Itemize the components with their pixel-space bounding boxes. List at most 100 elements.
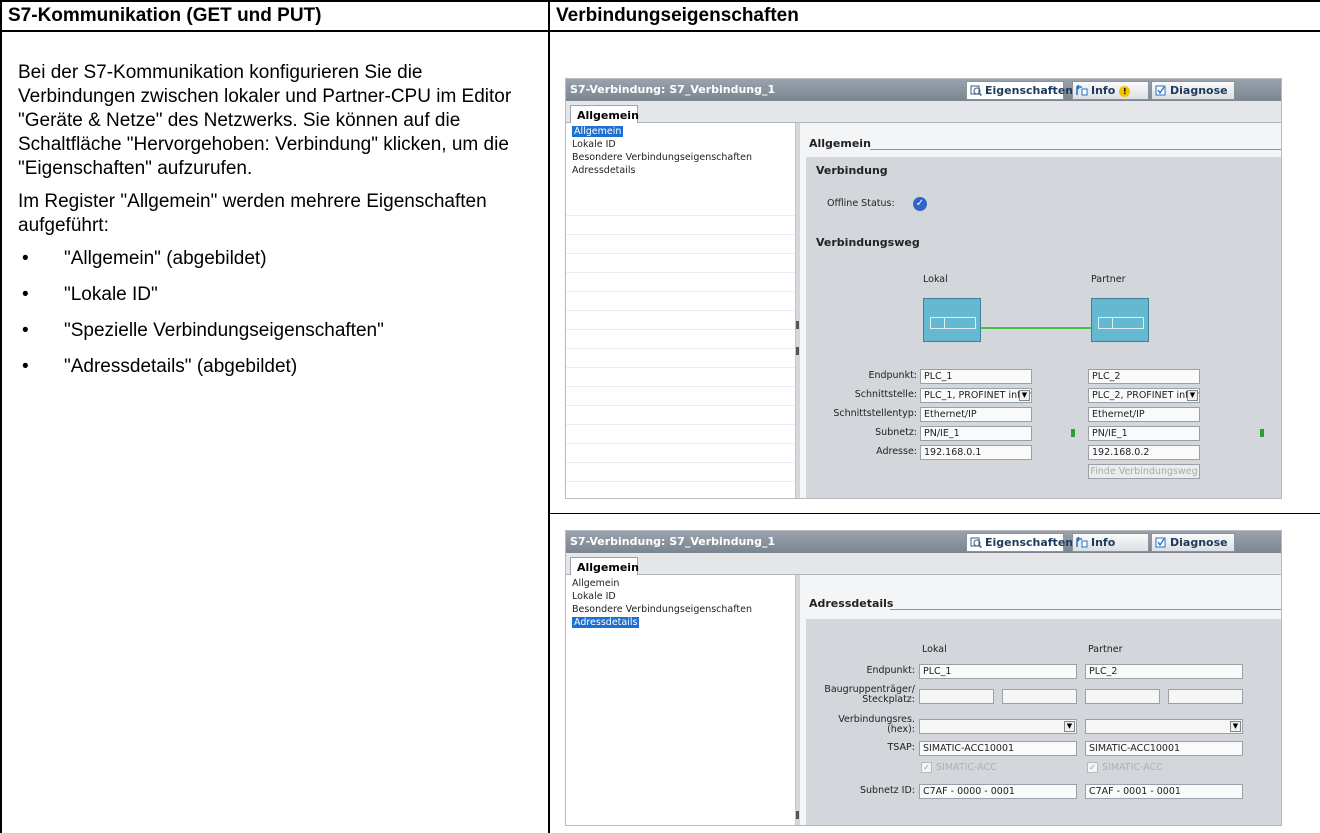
navigation-pane: Allgemein Lokale ID Besondere Verbindung… <box>566 575 796 825</box>
list-item: • "Lokale ID" <box>22 284 158 305</box>
document-table: S7-Kommunikation (GET und PUT) Verbindun… <box>0 0 1320 833</box>
partner-subnet-id-field[interactable]: C7AF - 0001 - 0001 <box>1085 784 1243 799</box>
content-pane: Allgemein Verbindung Offline Status: ✓ V… <box>800 123 1281 498</box>
partner-rack-field[interactable] <box>1085 689 1160 704</box>
diagnose-icon <box>1155 537 1166 548</box>
header-bottom-border <box>0 30 1320 32</box>
partner-simatic-label: SIMATIC-ACC <box>1102 762 1163 773</box>
window-title: S7-Verbindung: S7_Verbindung_1 <box>570 83 776 96</box>
local-endpoint-field[interactable]: PLC_1 <box>919 664 1077 679</box>
nav-item-lokale-id[interactable]: Lokale ID <box>566 590 795 603</box>
list-item: • "Allgemein" (abgebildet) <box>22 248 267 269</box>
connection-resource-label: Verbindungsres. (hex): <box>838 714 915 735</box>
column-lokal: Lokal <box>922 644 947 655</box>
tsap-label: TSAP: <box>887 742 915 753</box>
properties-window-address: S7-Verbindung: S7_Verbindung_1 Eigenscha… <box>565 530 1282 826</box>
offline-status-label: Offline Status: <box>827 198 895 209</box>
list-intro: Im Register "Allgemein" werden mehrere E… <box>18 191 487 236</box>
partner-interface-type-field[interactable]: Ethernet/IP <box>1088 407 1200 422</box>
partner-address-field[interactable]: 192.168.0.2 <box>1088 445 1200 460</box>
list-item: • "Adressdetails" (abgebildet) <box>22 356 298 377</box>
local-address-field[interactable]: 192.168.0.1 <box>920 445 1032 460</box>
rack-slot-label: Baugruppenträger/ Steckplatz: <box>824 684 915 705</box>
nav-item-allgemein[interactable]: Allgemein <box>566 577 795 590</box>
partner-simatic-checkbox[interactable]: ✓ <box>1087 762 1098 773</box>
local-simatic-label: SIMATIC-ACC <box>936 762 997 773</box>
tab-allgemein[interactable]: Allgemein <box>570 557 639 577</box>
tab-strip: Allgemein <box>566 101 1281 125</box>
window-titlebar: S7-Verbindung: S7_Verbindung_1 Eigenscha… <box>566 531 1281 553</box>
connection-line <box>981 327 1091 329</box>
local-simatic-checkbox[interactable]: ✓ <box>921 762 932 773</box>
endpoint-label: Endpunkt: <box>868 370 917 381</box>
tab-properties[interactable]: Eigenschaften <box>966 533 1073 552</box>
section-title: Adressdetails <box>809 597 894 610</box>
row-divider <box>548 513 1320 514</box>
splitter-grip[interactable] <box>796 347 799 355</box>
column-header-properties: Verbindungseigenschaften <box>556 5 799 26</box>
partner-resource-select[interactable]: ▼ <box>1085 719 1243 734</box>
dropdown-arrow-icon[interactable]: ▼ <box>1064 721 1075 732</box>
dropdown-arrow-icon[interactable]: ▼ <box>1187 390 1198 401</box>
nav-item-adressdetails[interactable]: Adressdetails <box>566 164 795 177</box>
group-title-connection: Verbindung <box>816 164 888 177</box>
description-text: Bei der S7-Kommunikation konfigurieren S… <box>18 61 543 391</box>
info-icon <box>1076 537 1088 548</box>
partner-plc-icon <box>1091 298 1149 342</box>
network-icon <box>1260 429 1264 437</box>
nav-item-connection-properties[interactable]: Besondere Verbindungseigenschaften <box>566 603 795 616</box>
intro-paragraph: Bei der S7-Kommunikation konfigurieren S… <box>18 62 512 179</box>
local-interface-type-field[interactable]: Ethernet/IP <box>920 407 1032 422</box>
local-subnet-field[interactable]: PN/IE_1 <box>920 426 1032 441</box>
nav-item-connection-properties[interactable]: Besondere Verbindungseigenschaften <box>566 151 795 164</box>
local-slot-field[interactable] <box>1002 689 1077 704</box>
partner-subnet-field[interactable]: PN/IE_1 <box>1088 426 1200 441</box>
window-title: S7-Verbindung: S7_Verbindung_1 <box>570 535 776 548</box>
interface-type-label: Schnittstellentyp: <box>833 408 917 419</box>
tab-info[interactable]: Info <box>1072 533 1149 552</box>
diagnose-icon <box>1155 85 1166 96</box>
tab-info[interactable]: Info! <box>1072 81 1149 100</box>
partner-interface-select[interactable]: PLC_2, PROFINET interfa ▼ <box>1088 388 1200 403</box>
local-subnet-id-field[interactable]: C7AF - 0000 - 0001 <box>919 784 1077 799</box>
tab-diagnose[interactable]: Diagnose <box>1151 533 1235 552</box>
endpoint-label: Endpunkt: <box>866 665 915 676</box>
local-tsap-field[interactable]: SIMATIC-ACC10001 <box>919 741 1077 756</box>
dropdown-arrow-icon[interactable]: ▼ <box>1230 721 1241 732</box>
status-check-icon: ✓ <box>913 197 927 211</box>
properties-icon <box>970 85 982 96</box>
dropdown-arrow-icon[interactable]: ▼ <box>1019 390 1030 401</box>
tab-properties[interactable]: Eigenschaften <box>966 81 1073 100</box>
tab-allgemein[interactable]: Allgemein <box>570 105 639 125</box>
local-interface-select[interactable]: PLC_1, PROFINET interfa ▼ <box>920 388 1032 403</box>
partner-endpoint-field[interactable]: PLC_2 <box>1085 664 1243 679</box>
partner-endpoint-field[interactable]: PLC_2 <box>1088 369 1200 384</box>
local-endpoint-field[interactable]: PLC_1 <box>920 369 1032 384</box>
splitter-grip[interactable] <box>796 811 799 819</box>
properties-window-general: S7-Verbindung: S7_Verbindung_1 Eigenscha… <box>565 78 1282 499</box>
nav-item-adressdetails[interactable]: Adressdetails <box>566 616 795 629</box>
address-label: Adresse: <box>876 446 917 457</box>
splitter-grip[interactable] <box>796 321 799 329</box>
column-lokal: Lokal <box>923 274 948 285</box>
column-partner: Partner <box>1088 644 1123 655</box>
nav-item-allgemein[interactable]: Allgemein <box>566 125 795 138</box>
subnet-label: Subnetz: <box>875 427 917 438</box>
partner-tsap-field[interactable]: SIMATIC-ACC10001 <box>1085 741 1243 756</box>
find-path-button[interactable]: Finde Verbindungsweg <box>1088 464 1200 479</box>
section-title: Allgemein <box>809 137 871 150</box>
navigation-pane: Allgemein Lokale ID Besondere Verbindung… <box>566 123 796 498</box>
warning-icon: ! <box>1119 86 1131 97</box>
section-rule <box>890 609 1281 610</box>
nav-item-lokale-id[interactable]: Lokale ID <box>566 138 795 151</box>
content-pane: Adressdetails Lokal Partner Endpunkt: PL… <box>800 575 1281 825</box>
section-rule <box>870 149 1281 150</box>
network-icon <box>1071 429 1075 437</box>
info-icon <box>1076 85 1088 96</box>
table-top-border <box>0 0 1320 2</box>
partner-slot-field[interactable] <box>1168 689 1243 704</box>
property-list: • "Allgemein" (abgebildet) • "Lokale ID" •… <box>18 247 543 379</box>
local-resource-select[interactable]: ▼ <box>919 719 1077 734</box>
tab-diagnose[interactable]: Diagnose <box>1151 81 1235 100</box>
local-rack-field[interactable] <box>919 689 994 704</box>
